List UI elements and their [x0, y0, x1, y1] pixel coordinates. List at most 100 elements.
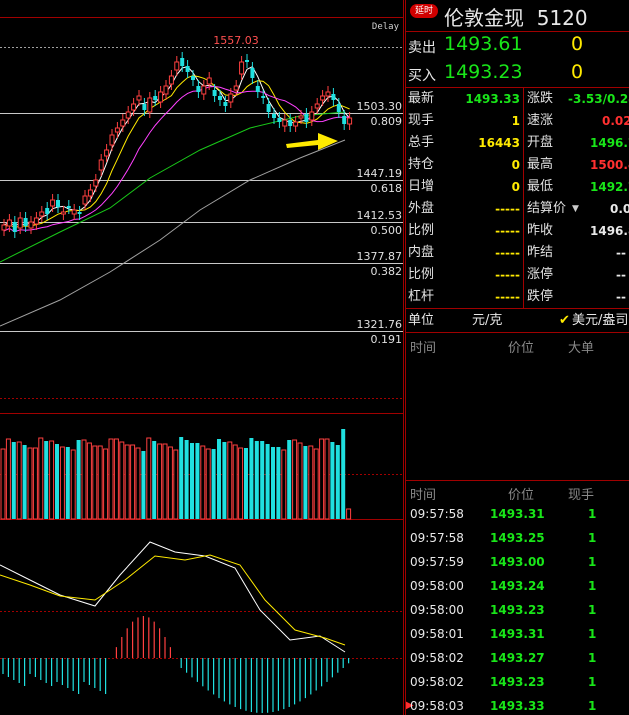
buy-row[interactable]: 买入 1493.23 0	[406, 60, 629, 88]
candle[interactable]	[218, 96, 222, 100]
candle[interactable]	[196, 86, 201, 92]
candle[interactable]	[6, 219, 12, 227]
candle[interactable]	[223, 102, 228, 106]
candle[interactable]	[250, 68, 255, 78]
tick-time: 09:57:59	[410, 555, 464, 569]
candle[interactable]	[114, 127, 120, 133]
candle[interactable]	[60, 211, 66, 215]
candle[interactable]	[1, 224, 7, 231]
candle[interactable]	[325, 91, 331, 97]
candle[interactable]	[272, 114, 276, 118]
candle[interactable]	[228, 93, 234, 103]
candle[interactable]	[239, 61, 245, 75]
candle[interactable]	[12, 222, 17, 232]
volume-bar	[27, 447, 33, 520]
candle[interactable]	[142, 104, 147, 110]
tick-row[interactable]: 09:57:58 1493.31 1	[406, 502, 629, 526]
candle[interactable]	[245, 60, 249, 62]
candle[interactable]	[87, 189, 93, 197]
tick-row[interactable]: 09:58:02 1493.23 1	[406, 670, 629, 694]
candle[interactable]	[28, 221, 34, 229]
tick-row[interactable]: ▶ 09:58:03 1493.33 1	[406, 694, 629, 715]
tick-row[interactable]: 09:58:01 1493.31 1	[406, 622, 629, 646]
candle[interactable]	[39, 211, 45, 217]
candle[interactable]	[293, 121, 299, 127]
sell-row[interactable]: 卖出 1493.61 0	[406, 32, 629, 60]
candle[interactable]	[120, 119, 126, 127]
candle[interactable]	[206, 77, 212, 85]
ma-line-2	[3, 75, 350, 229]
col-bigorder: 大单	[568, 341, 595, 356]
candle[interactable]	[304, 114, 309, 122]
candle[interactable]	[336, 104, 341, 112]
candle[interactable]	[17, 217, 23, 229]
candle[interactable]	[212, 90, 217, 96]
col-volume: 现手	[568, 488, 595, 503]
candle[interactable]	[131, 103, 137, 111]
candle[interactable]	[104, 149, 110, 157]
tick-row[interactable]: 09:57:59 1493.00 1	[406, 550, 629, 574]
candle[interactable]	[45, 208, 50, 214]
candle[interactable]	[77, 212, 82, 214]
candle[interactable]	[347, 117, 353, 125]
candle[interactable]	[233, 85, 239, 91]
unit-value[interactable]: 元/克	[472, 309, 502, 333]
tick-row[interactable]: 09:58:00 1493.23 1	[406, 598, 629, 622]
fib-level-ratio: 0.500	[371, 224, 403, 237]
candle[interactable]	[98, 159, 104, 171]
tick-row[interactable]: 09:57:58 1493.25 1	[406, 526, 629, 550]
volume-bar	[119, 441, 125, 520]
fib-level-price: 1377.87	[357, 250, 403, 263]
candle[interactable]	[282, 119, 288, 127]
candle[interactable]	[71, 209, 77, 215]
instrument-code: 5120	[536, 6, 588, 30]
candle[interactable]	[298, 115, 304, 119]
tick-price: 1493.33	[490, 699, 545, 713]
candle[interactable]	[261, 96, 266, 98]
candle[interactable]	[163, 85, 169, 95]
candle[interactable]	[82, 195, 88, 205]
col-price: 价位	[508, 341, 535, 356]
candle[interactable]	[185, 66, 190, 72]
volume-bar	[157, 443, 163, 520]
candle[interactable]	[109, 134, 115, 146]
candle[interactable]	[168, 75, 174, 85]
unit-alt[interactable]: 美元/盎司	[572, 309, 628, 333]
candle[interactable]	[147, 97, 153, 113]
quote-label: 涨跌	[527, 91, 554, 106]
candle[interactable]	[174, 61, 180, 71]
candle[interactable]	[320, 95, 326, 101]
candle[interactable]	[23, 218, 28, 226]
candle[interactable]	[180, 58, 185, 66]
candle[interactable]	[93, 179, 99, 187]
tick-row[interactable]: 09:58:02 1493.27 1	[406, 646, 629, 670]
candle[interactable]	[266, 104, 271, 112]
dea-line	[0, 554, 346, 646]
candle[interactable]	[125, 111, 131, 119]
candle[interactable]	[201, 85, 207, 95]
chevron-down-icon[interactable]: ▼	[572, 198, 579, 220]
candle[interactable]	[33, 217, 39, 225]
tick-price: 1493.31	[490, 627, 545, 641]
candle[interactable]	[331, 94, 336, 100]
candle[interactable]	[309, 111, 315, 121]
volume-bar	[130, 444, 136, 520]
candle[interactable]	[288, 120, 293, 126]
candle[interactable]	[255, 86, 260, 92]
volume-bar	[271, 447, 275, 519]
candle[interactable]	[136, 95, 142, 101]
candle[interactable]	[153, 96, 158, 100]
volume-bar	[211, 449, 216, 519]
tick-row[interactable]: 09:58:00 1493.24 1	[406, 574, 629, 598]
candle[interactable]	[50, 199, 56, 207]
candle[interactable]	[277, 118, 282, 122]
check-icon[interactable]: ✔	[559, 309, 570, 333]
candle[interactable]	[66, 206, 71, 208]
candle[interactable]	[314, 103, 320, 109]
quote-label[interactable]: 结算价	[527, 198, 566, 220]
price-chart[interactable]: Delay 1557.03 1503.30 0.809 1447.19 0.618 14…	[0, 0, 405, 715]
candle[interactable]	[158, 91, 164, 103]
candle[interactable]	[342, 116, 347, 124]
candle[interactable]	[56, 200, 60, 207]
candle[interactable]	[191, 76, 195, 80]
